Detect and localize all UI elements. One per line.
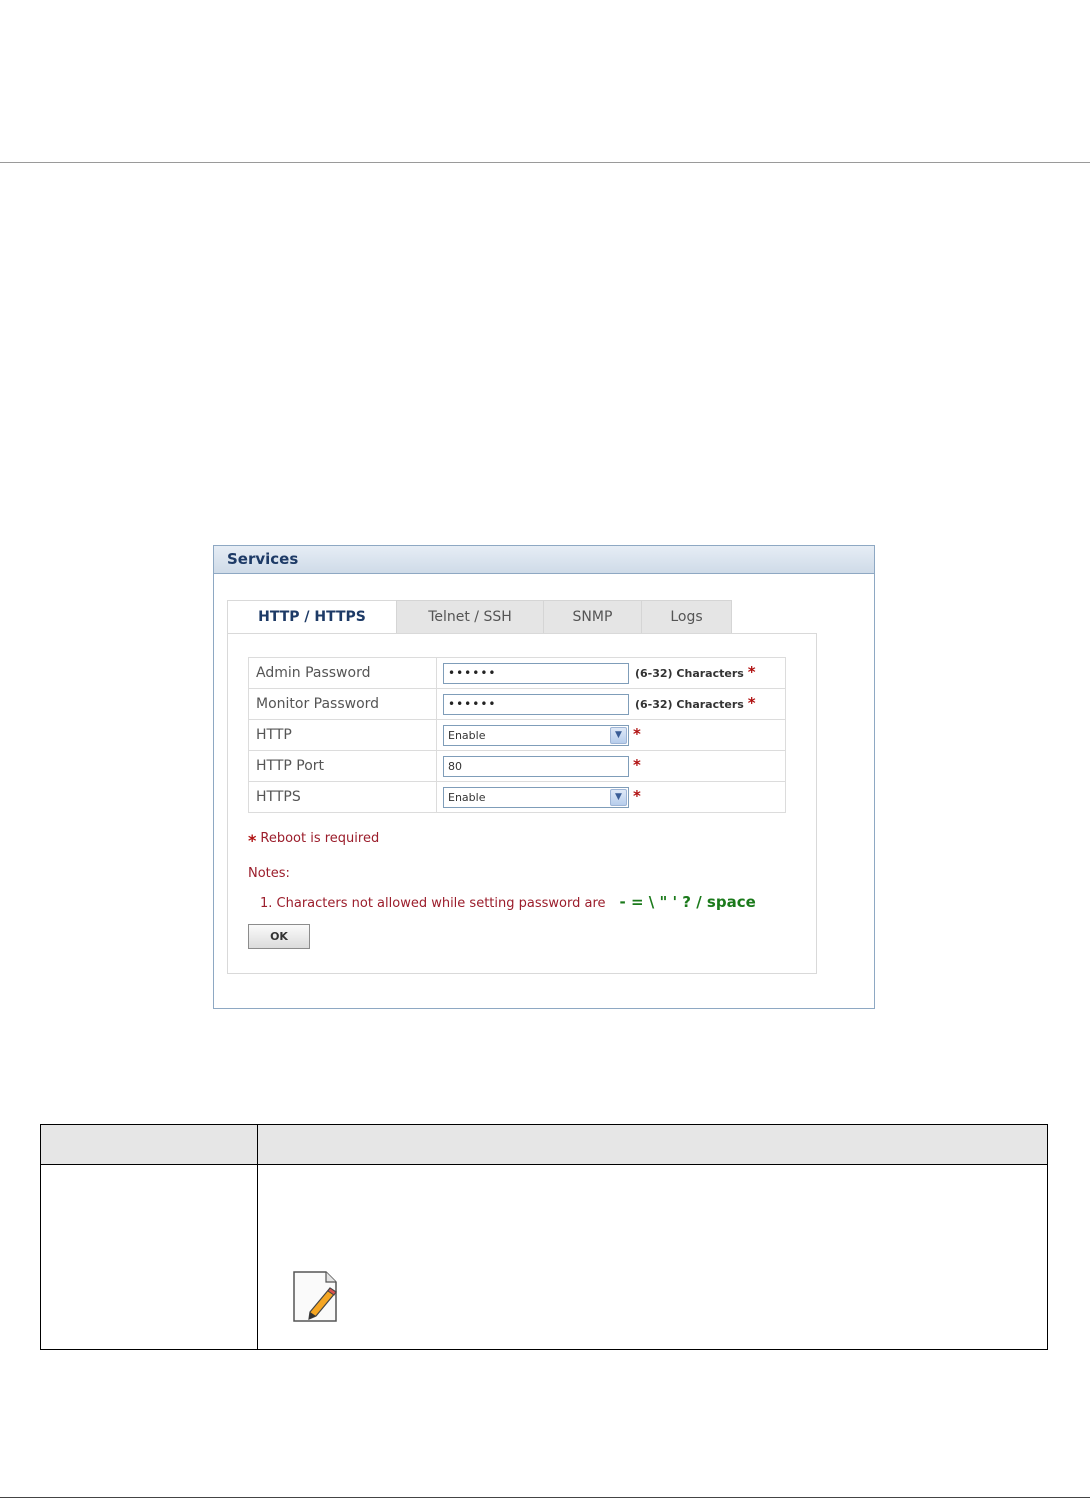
monitor-password-label: Monitor Password: [248, 688, 437, 720]
description-table: [40, 1124, 1048, 1350]
required-marker: *: [747, 662, 756, 681]
notes-label: Notes:: [248, 866, 290, 881]
tab-logs[interactable]: Logs: [641, 600, 732, 634]
monitor-password-hint: (6-32) Characters: [635, 697, 744, 711]
table-row: HTTP Enable ▼ *: [248, 719, 786, 751]
required-marker: *: [747, 693, 756, 712]
http-select[interactable]: Enable ▼: [443, 724, 629, 746]
http-port-label: HTTP Port: [248, 750, 437, 782]
description-table-header: [41, 1125, 1047, 1165]
forbidden-characters: - = \ " ' ? / space: [619, 893, 756, 911]
table-row: HTTP Port 80 *: [248, 750, 786, 782]
required-marker: *: [248, 831, 257, 850]
http-select-value: Enable: [448, 728, 486, 742]
table-row: HTTPS Enable ▼ *: [248, 781, 786, 813]
tab-telnet-ssh[interactable]: Telnet / SSH: [396, 600, 544, 634]
chevron-down-icon[interactable]: ▼: [610, 726, 627, 744]
reboot-notice: * Reboot is required: [248, 831, 379, 850]
required-marker: *: [633, 755, 641, 774]
note-text: 1. Characters not allowed while setting …: [260, 896, 606, 911]
monitor-password-input[interactable]: ••••••: [443, 693, 629, 715]
required-marker: *: [633, 786, 641, 805]
admin-password-label: Admin Password: [248, 657, 437, 689]
settings-table: Admin Password •••••• (6-32) Characters * …: [248, 657, 786, 813]
chevron-down-icon[interactable]: ▼: [610, 788, 627, 806]
reboot-text: Reboot is required: [260, 831, 380, 846]
table-row: Admin Password •••••• (6-32) Characters *: [248, 657, 786, 689]
https-label: HTTPS: [248, 781, 437, 813]
services-panel: Services HTTP / HTTPS Telnet / SSH SNMP …: [213, 545, 875, 1009]
http-label: HTTP: [248, 719, 437, 751]
footer-divider: [0, 1497, 1090, 1498]
tab-snmp[interactable]: SNMP: [543, 600, 642, 634]
admin-password-input[interactable]: ••••••: [443, 662, 629, 684]
tab-content-http-https: Admin Password •••••• (6-32) Characters * …: [227, 633, 817, 974]
tab-http-https[interactable]: HTTP / HTTPS: [227, 600, 397, 635]
ok-button[interactable]: OK: [248, 924, 310, 949]
admin-password-hint: (6-32) Characters: [635, 666, 744, 680]
required-marker: *: [633, 724, 641, 743]
https-select[interactable]: Enable ▼: [443, 786, 629, 808]
http-port-input[interactable]: 80: [443, 755, 629, 777]
note-item: 1. Characters not allowed while setting …: [260, 893, 756, 911]
note-pencil-icon: [293, 1271, 337, 1322]
table-row: Monitor Password •••••• (6-32) Characters…: [248, 688, 786, 720]
panel-title: Services: [214, 546, 874, 574]
header-divider: [0, 162, 1090, 163]
https-select-value: Enable: [448, 790, 486, 804]
column-divider: [257, 1125, 258, 1349]
